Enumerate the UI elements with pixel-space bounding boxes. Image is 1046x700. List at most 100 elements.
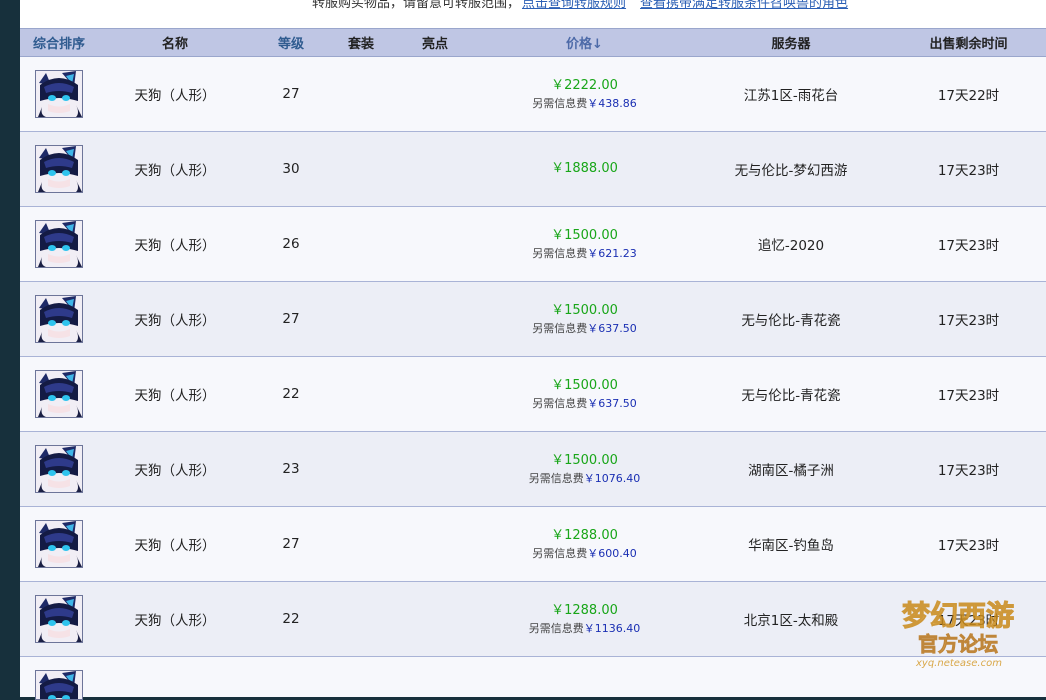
table-row[interactable]: 天狗（人形） 27 ￥1500.00 另需信息费￥637.50 无与伦比-青花瓷 17天2… (20, 282, 1046, 357)
table-row[interactable]: 天狗（人形） 26 ￥1500.00 另需信息费￥621.23 追忆-2020 17天23… (20, 207, 1046, 282)
pet-level: 26 (282, 236, 300, 252)
pet-avatar[interactable] (35, 445, 83, 493)
pet-portrait-icon (36, 371, 82, 417)
table-row[interactable]: 天狗（人形） 23 ￥1500.00 另需信息费￥1076.40 湖南区-橘子洲 17天2… (20, 432, 1046, 507)
info-fee: 另需信息费￥637.50 (478, 396, 691, 412)
table-row[interactable]: 天狗（人形） 27 ￥1288.00 另需信息费￥600.40 华南区-钓鱼岛 17天23… (20, 507, 1046, 582)
pet-level: 27 (282, 311, 300, 327)
info-fee-amount: ￥438.86 (587, 97, 637, 110)
table-row[interactable]: 天狗（人形） 30 ￥1888.00 无与伦比-梦幻西游 17天23时 (20, 132, 1046, 207)
pet-avatar[interactable] (35, 295, 83, 343)
server-name: 无与伦比-青花瓷 (741, 313, 841, 329)
eligible-roles-link[interactable]: 查看携带满足转服条件召唤兽的角色 (640, 0, 848, 11)
pet-avatar[interactable] (35, 520, 83, 568)
time-left: 17天23时 (937, 163, 1000, 179)
info-fee-amount: ￥600.40 (587, 547, 637, 560)
pet-name[interactable]: 天狗（人形） (135, 313, 216, 329)
server-name: 北京1区-太和殿 (743, 613, 839, 629)
info-fee-amount: ￥1076.40 (583, 472, 641, 485)
server-name: 追忆-2020 (757, 238, 825, 254)
info-fee: 另需信息费￥438.86 (478, 96, 691, 112)
watermark-subtitle: 官方论坛 (918, 632, 998, 656)
price: ￥1288.00 (551, 528, 618, 543)
pet-name[interactable]: 天狗（人形） (135, 163, 216, 179)
pet-name[interactable]: 天狗（人形） (135, 538, 216, 554)
time-left: 17天23时 (937, 238, 1000, 254)
pet-name[interactable]: 天狗（人形） (135, 88, 216, 104)
watermark-url: xyq.netease.com (915, 658, 1002, 669)
time-left: 17天23时 (937, 388, 1000, 404)
info-fee-label: 另需信息费 (532, 247, 588, 260)
server-name: 华南区-钓鱼岛 (748, 538, 834, 554)
forum-watermark: 梦幻西游 官方论坛 xyq.netease.com (902, 599, 1015, 670)
notice-text: 转服购买物品，请留意可转服范围， (312, 0, 521, 11)
time-left: 17天23时 (937, 463, 1000, 479)
table-body: 天狗（人形） 27 ￥2222.00 另需信息费￥438.86 江苏1区-雨花台 17天2… (20, 57, 1046, 657)
pet-avatar[interactable] (35, 220, 83, 268)
pet-level: 27 (282, 536, 300, 552)
col-set: 套装 (347, 37, 374, 52)
info-fee: 另需信息费￥600.40 (478, 546, 691, 562)
info-fee-label: 另需信息费 (532, 97, 588, 110)
pet-portrait-icon (36, 221, 82, 267)
col-server: 服务器 (771, 37, 811, 52)
sort-composite[interactable]: 综合排序 (20, 33, 98, 52)
pet-portrait-icon (36, 671, 82, 699)
pet-portrait-icon (36, 596, 82, 642)
col-name: 名称 (161, 37, 188, 52)
price: ￥1500.00 (551, 453, 618, 468)
table-row[interactable]: 天狗（人形） 27 ￥2222.00 另需信息费￥438.86 江苏1区-雨花台 17天2… (20, 57, 1046, 132)
price-header-label: 价格 (566, 37, 593, 52)
pet-avatar[interactable] (35, 670, 83, 700)
pet-portrait-icon (36, 446, 82, 492)
pet-portrait-icon (36, 521, 82, 567)
col-highlight: 亮点 (421, 37, 448, 52)
server-name: 无与伦比-青花瓷 (741, 388, 841, 404)
server-name: 无与伦比-梦幻西游 (734, 163, 848, 179)
listing-table: 综合排序 名称 等级 套装 亮点 价格↓ 服务器 出售剩余时间 天狗（人形） 27… (20, 28, 1046, 700)
info-fee-label: 另需信息费 (528, 622, 584, 635)
server-name: 江苏1区-雨花台 (743, 88, 839, 104)
price: ￥1500.00 (551, 378, 618, 393)
time-left: 17天23时 (937, 313, 1000, 329)
price: ￥2222.00 (551, 78, 618, 93)
pet-name[interactable]: 天狗（人形） (135, 613, 216, 629)
price: ￥1888.00 (551, 161, 618, 176)
price: ￥1500.00 (551, 303, 618, 318)
pet-avatar[interactable] (35, 145, 83, 193)
price: ￥1500.00 (551, 228, 618, 243)
pet-avatar[interactable] (35, 70, 83, 118)
pet-avatar[interactable] (35, 370, 83, 418)
table-row[interactable]: 天狗（人形） 22 ￥1288.00 另需信息费￥1136.40 北京1区-太和殿 17天… (20, 582, 1046, 657)
info-fee-label: 另需信息费 (532, 547, 588, 560)
table-row[interactable]: 天狗（人形） 22 ￥1500.00 另需信息费￥637.50 无与伦比-青花瓷 17天2… (20, 357, 1046, 432)
pet-level: 22 (282, 386, 300, 402)
pet-level: 27 (282, 86, 300, 102)
info-fee: 另需信息费￥621.23 (478, 246, 691, 262)
transfer-rules-link[interactable]: 点击查询转服规则 (522, 0, 626, 11)
info-fee-label: 另需信息费 (532, 322, 588, 335)
info-fee: 另需信息费￥1076.40 (478, 471, 691, 487)
info-fee: 另需信息费￥1136.40 (478, 621, 691, 637)
pet-level: 23 (282, 461, 300, 477)
table-row-partial[interactable] (20, 657, 1046, 700)
pet-portrait-icon (36, 146, 82, 192)
pet-portrait-icon (36, 296, 82, 342)
sort-down-icon: ↓ (592, 37, 603, 52)
pet-name[interactable]: 天狗（人形） (135, 238, 216, 254)
info-fee-amount: ￥621.23 (587, 247, 637, 260)
info-fee-amount: ￥637.50 (587, 397, 637, 410)
sort-level[interactable]: 等级 (252, 33, 330, 52)
sort-price[interactable]: 价格↓ (478, 33, 691, 52)
pet-name[interactable]: 天狗（人形） (135, 463, 216, 479)
pet-level: 22 (282, 611, 300, 627)
watermark-logo-text: 梦幻西游 (902, 599, 1014, 632)
col-time-left: 出售剩余时间 (929, 37, 1008, 52)
pet-name[interactable]: 天狗（人形） (135, 388, 216, 404)
info-fee: 另需信息费￥637.50 (478, 321, 691, 337)
notice-bar: 转服购买物品，请留意可转服范围， 点击查询转服规则 查看携带满足转服条件召唤兽的角色 (20, 0, 1046, 28)
pet-avatar[interactable] (35, 595, 83, 643)
info-fee-amount: ￥1136.40 (583, 622, 641, 635)
info-fee-amount: ￥637.50 (587, 322, 637, 335)
transfer-notice: 转服购买物品，请留意可转服范围， 点击查询转服规则 查看携带满足转服条件召唤兽的角色 (312, 0, 848, 11)
